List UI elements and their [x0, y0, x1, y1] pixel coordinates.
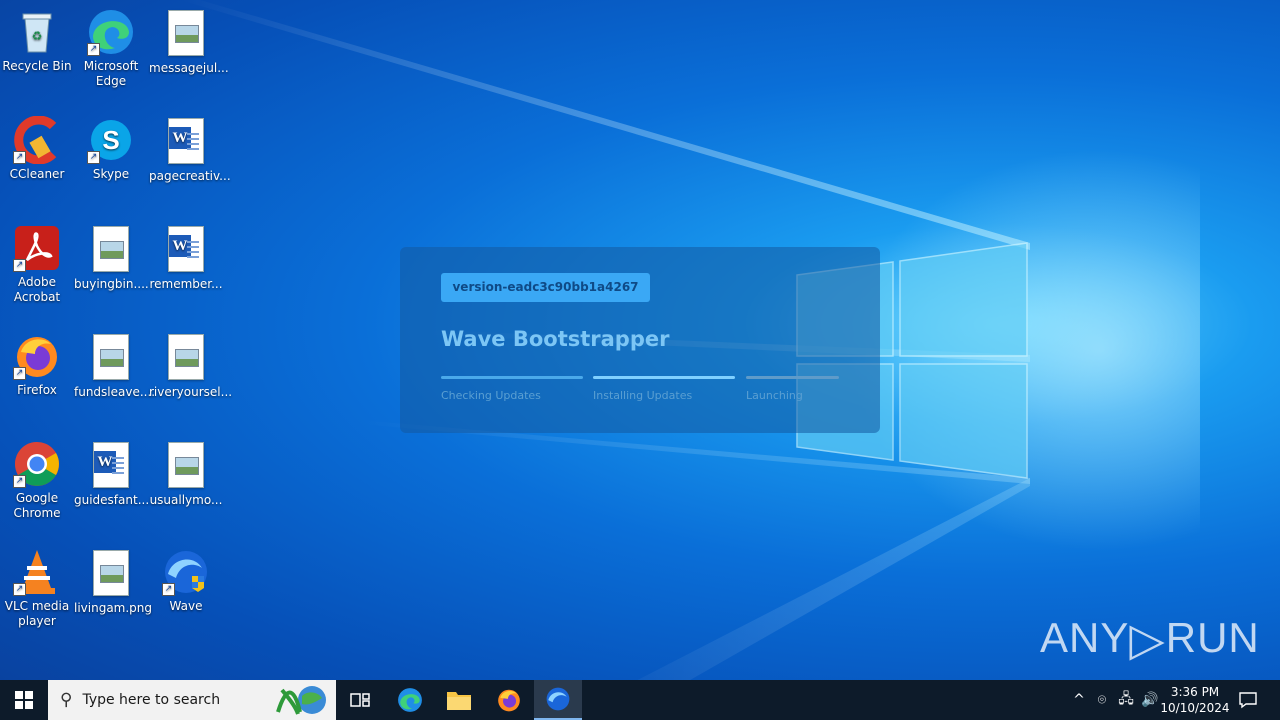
step-label: Installing Updates — [593, 389, 693, 402]
notification-icon — [1239, 692, 1257, 709]
desktop-icon-wave[interactable]: ↗ Wave — [149, 548, 223, 614]
edge-icon — [398, 688, 422, 712]
notification-center-button[interactable] — [1224, 680, 1272, 720]
step-progress-bar — [441, 376, 583, 379]
bootstrapper-window[interactable]: version-eadc3c90bb1a4267 Wave Bootstrapp… — [400, 247, 880, 433]
clock-time: 3:36 PM — [1170, 685, 1220, 699]
desktop-icon-skype[interactable]: S ↗ Skype — [74, 116, 148, 182]
shortcut-arrow-icon: ↗ — [162, 583, 175, 596]
desktop-icon-google-chrome[interactable]: ↗ Google Chrome — [0, 440, 74, 521]
version-badge: version-eadc3c90bb1a4267 — [441, 273, 650, 302]
vlc-icon: ↗ — [13, 548, 61, 596]
taskbar-firefox[interactable] — [485, 680, 533, 720]
svg-text:♻: ♻ — [32, 29, 43, 43]
anyrun-watermark: ANY▷RUN — [1040, 612, 1260, 666]
watermark-right: RUN — [1165, 614, 1260, 661]
desktop-icon-adobe-acrobat[interactable]: ↗ Adobe Acrobat — [0, 224, 74, 305]
word-document-icon: W — [162, 226, 210, 274]
taskbar-edge[interactable] — [386, 680, 434, 720]
task-view-button[interactable] — [336, 680, 384, 720]
desktop-icon-messagejul[interactable]: messagejul... — [149, 8, 229, 76]
shortcut-arrow-icon: ↗ — [13, 151, 26, 164]
desktop-icon-riveryoursel[interactable]: riveryoursel... — [149, 332, 232, 400]
desktop-icon-recycle-bin[interactable]: ♻ Recycle Bin — [0, 8, 74, 74]
clock-date: 10/10/2024 — [1160, 701, 1230, 715]
shortcut-arrow-icon: ↗ — [87, 151, 100, 164]
shortcut-arrow-icon: ↗ — [87, 43, 100, 56]
shortcut-arrow-icon: ↗ — [13, 259, 26, 272]
meet-now-icon[interactable]: ⌾ — [1090, 692, 1114, 708]
taskbar-search[interactable]: ⚲ Type here to search — [48, 680, 336, 720]
step-label: Checking Updates — [441, 389, 541, 402]
desktop-icon-firefox[interactable]: ↗ Firefox — [0, 332, 74, 398]
system-tray: ^ ⌾ 🖧 🔊 — [1068, 680, 1162, 720]
desktop-icon-fundsleave[interactable]: fundsleave.... — [74, 332, 155, 400]
taskbar-wave[interactable] — [534, 680, 582, 720]
word-document-icon: W — [87, 442, 135, 490]
desktop-icon-remember[interactable]: W remember... — [149, 224, 223, 292]
wave-icon: ↗ — [162, 548, 210, 596]
image-file-icon — [87, 550, 135, 598]
wave-icon — [546, 687, 570, 711]
watermark-left: ANY — [1040, 614, 1130, 661]
taskbar-file-explorer[interactable] — [435, 680, 483, 720]
step-progress-bar — [746, 376, 839, 379]
image-file-icon — [162, 334, 210, 382]
image-file-icon — [162, 10, 210, 58]
bootstrapper-title: Wave Bootstrapper — [441, 327, 670, 351]
step-label: Launching — [746, 389, 803, 402]
shortcut-arrow-icon: ↗ — [13, 367, 26, 380]
firefox-icon — [498, 689, 520, 712]
search-icon: ⚲ — [60, 690, 73, 710]
desktop-icon-guidesfant[interactable]: W guidesfant... — [74, 440, 149, 508]
shortcut-arrow-icon: ↗ — [13, 475, 26, 488]
search-highlight-icon — [276, 686, 326, 715]
firefox-icon: ↗ — [13, 332, 61, 380]
step-installing-updates: Installing Updates — [593, 376, 735, 402]
desktop-icon-microsoft-edge[interactable]: ↗ Microsoft Edge — [74, 8, 148, 89]
volume-icon[interactable]: 🔊 — [1138, 692, 1162, 708]
desktop-icon-usuallymo[interactable]: usuallymo... — [149, 440, 223, 508]
play-icon: ▷ — [1129, 613, 1166, 665]
step-progress-bar — [593, 376, 735, 379]
chevron-up-icon[interactable]: ^ — [1068, 692, 1090, 708]
step-checking-updates: Checking Updates — [441, 376, 583, 402]
folder-icon — [447, 692, 471, 710]
desktop-icon-buyingbin[interactable]: buyingbin.... — [74, 224, 149, 292]
network-icon[interactable]: 🖧 — [1114, 688, 1138, 712]
ccleaner-icon: ↗ — [13, 115, 61, 165]
desktop-icon-livingam[interactable]: livingam.png — [74, 548, 152, 616]
image-file-icon — [87, 334, 135, 382]
word-document-icon: W — [162, 118, 210, 166]
search-placeholder: Type here to search — [82, 692, 221, 708]
skype-icon: S ↗ — [87, 116, 135, 164]
task-view-icon — [350, 693, 370, 707]
svg-text:S: S — [102, 125, 119, 155]
shortcut-arrow-icon: ↗ — [13, 583, 26, 596]
taskbar: ⚲ Type here to search ^ ⌾ 🖧 🔊 3:36 PM 10… — [0, 680, 1280, 720]
image-file-icon — [87, 226, 135, 274]
edge-icon: ↗ — [87, 8, 135, 56]
image-file-icon — [162, 442, 210, 490]
taskbar-clock[interactable]: 3:36 PM 10/10/2024 — [1160, 684, 1230, 716]
chrome-icon: ↗ — [13, 440, 61, 488]
windows-start-icon — [15, 691, 33, 709]
desktop-icon-ccleaner[interactable]: ↗ CCleaner — [0, 115, 74, 182]
start-button[interactable] — [0, 680, 48, 720]
desktop-icon-pagecreativ[interactable]: W pagecreativ... — [149, 116, 231, 184]
step-launching: Launching — [746, 376, 888, 402]
desktop-icon-vlc[interactable]: ↗ VLC media player — [0, 548, 74, 629]
acrobat-icon: ↗ — [13, 224, 61, 272]
recycle-bin-icon: ♻ — [13, 8, 61, 56]
